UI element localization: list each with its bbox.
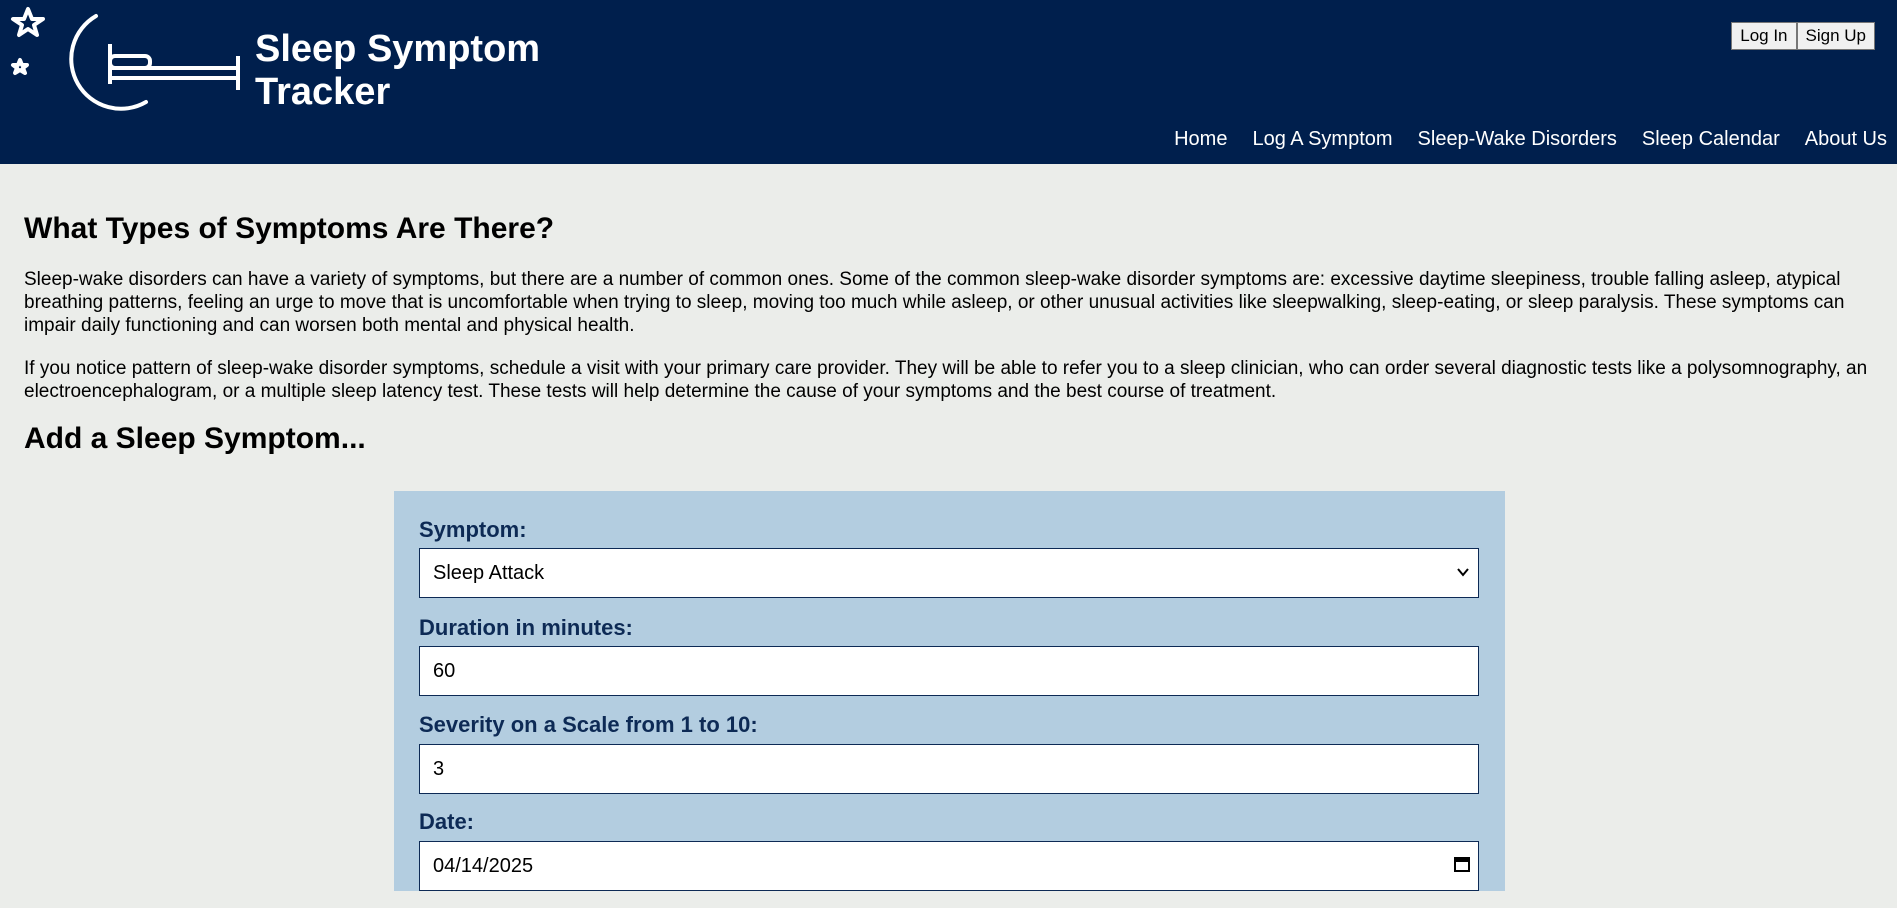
intro-paragraph-2: If you notice pattern of sleep-wake diso… xyxy=(24,358,1868,402)
symptom-form: Symptom: Sleep Attack Duration in minute… xyxy=(394,491,1505,891)
main-nav: Home Log A Symptom Sleep-Wake Disorders … xyxy=(1149,127,1887,151)
symptoms-heading: What Types of Symptoms Are There? xyxy=(24,212,555,245)
site-title-line2: Tracker xyxy=(255,71,391,113)
login-button[interactable]: Log In xyxy=(1731,22,1797,50)
date-label: Date: xyxy=(419,809,475,834)
date-input-value: 04/14/2025 xyxy=(433,855,534,877)
nav-sleep-calendar[interactable]: Sleep Calendar xyxy=(1642,127,1780,151)
symptom-select-value: Sleep Attack xyxy=(433,562,545,584)
severity-input[interactable]: 3 xyxy=(419,744,1479,794)
nav-about-us[interactable]: About Us xyxy=(1805,127,1887,151)
add-symptom-heading: Add a Sleep Symptom... xyxy=(24,422,366,455)
site-header: Sleep Symptom Tracker Log In Sign Up Hom… xyxy=(0,0,1897,164)
symptom-label: Symptom: xyxy=(419,517,527,542)
moon-bed-logo-icon[interactable] xyxy=(6,6,244,112)
duration-input-value: 60 xyxy=(433,660,456,682)
date-input[interactable]: 04/14/2025 xyxy=(419,841,1479,891)
severity-label: Severity on a Scale from 1 to 10: xyxy=(419,712,758,737)
site-title-line1: Sleep Symptom xyxy=(255,28,541,70)
chevron-down-icon xyxy=(1456,549,1470,615)
nav-log-symptom[interactable]: Log A Symptom xyxy=(1252,127,1392,151)
site-title: Sleep Symptom Tracker xyxy=(255,28,575,114)
symptom-select[interactable]: Sleep Attack xyxy=(419,548,1479,598)
intro-paragraph-1: Sleep-wake disorders can have a variety … xyxy=(24,269,1845,336)
calendar-icon[interactable] xyxy=(1454,842,1470,908)
duration-input[interactable]: 60 xyxy=(419,646,1479,696)
nav-sleep-wake-disorders[interactable]: Sleep-Wake Disorders xyxy=(1418,127,1617,151)
nav-home[interactable]: Home xyxy=(1174,127,1227,151)
main-content: What Types of Symptoms Are There? Sleep-… xyxy=(0,164,1897,456)
duration-label: Duration in minutes: xyxy=(419,615,633,640)
signup-button[interactable]: Sign Up xyxy=(1796,22,1875,50)
severity-input-value: 3 xyxy=(433,758,445,780)
auth-buttons: Log In Sign Up xyxy=(1731,22,1875,50)
